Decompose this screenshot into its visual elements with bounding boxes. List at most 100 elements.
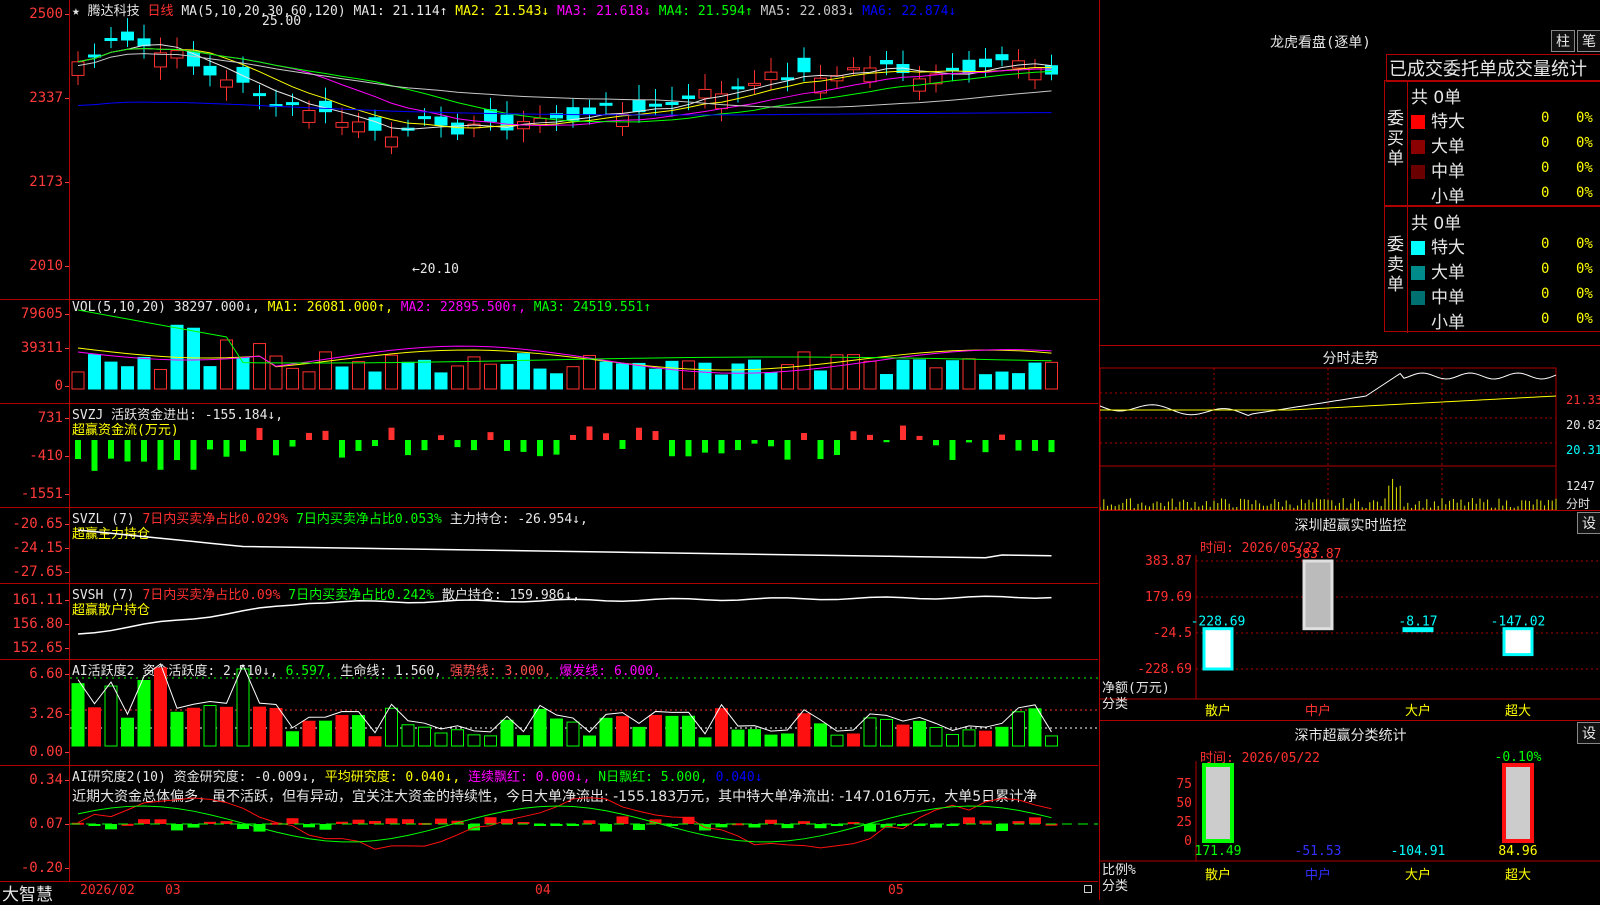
tick-mode-button[interactable]: 笔 xyxy=(1577,30,1600,52)
high-price-label: 25.00 xyxy=(262,14,302,29)
research-bar xyxy=(996,824,1008,832)
activity-bar xyxy=(896,724,910,747)
activity-bar xyxy=(451,729,464,747)
ai1-tick: 6.60 xyxy=(29,666,69,682)
volume-bar xyxy=(187,327,200,390)
volume-panel[interactable]: 79605 39311 0 VOL(5,10,20) 38297.000↓, M… xyxy=(0,300,1098,404)
candle xyxy=(71,61,85,76)
classify-panel[interactable]: 深市超赢分类统计 设 时间: 2026/05/22 75 50 25 0 171.49 散… xyxy=(1099,720,1600,900)
activity-bar xyxy=(1012,711,1025,747)
sell-total: 共 0单 xyxy=(1411,214,1462,234)
svzj-tick: -410 xyxy=(29,448,69,464)
flow-bar xyxy=(735,440,741,451)
svsh-axis: 161.11 156.80 152.65 xyxy=(0,584,70,659)
intraday-panel[interactable]: 分时走势 21.33 20.82 20.31 1247 分时 xyxy=(1099,345,1600,511)
buy-total: 共 0单 xyxy=(1411,88,1462,108)
flow-bar xyxy=(520,440,527,452)
activity-bar xyxy=(797,713,811,747)
ai1-axis: 6.60 3.26 0.00 xyxy=(0,660,70,765)
row-label: 特大 xyxy=(1431,238,1465,258)
activity-bar xyxy=(236,668,250,747)
research-bar xyxy=(484,817,497,824)
brand-label[interactable]: 大智慧 xyxy=(2,880,53,905)
ai2-tick: 0.07 xyxy=(29,816,69,832)
large-sell-swatch xyxy=(1411,266,1425,280)
row-label: 中单 xyxy=(1431,162,1465,182)
activity-bar xyxy=(187,707,200,747)
classify-tick: 75 xyxy=(1176,777,1192,792)
classify-tick: 0 xyxy=(1184,834,1192,849)
monitor-tick: -24.5 xyxy=(1153,626,1192,641)
flow-bar xyxy=(471,440,477,451)
flow-bar xyxy=(685,440,692,457)
volume-bar xyxy=(104,361,118,390)
lock-icon[interactable] xyxy=(1084,885,1092,893)
activity-bar xyxy=(946,733,959,747)
flow-bar xyxy=(108,440,114,459)
candle xyxy=(797,57,811,73)
volume-bar xyxy=(335,366,349,390)
flow-bar xyxy=(916,435,923,440)
flow-bar xyxy=(784,440,791,460)
flow-bar xyxy=(339,440,345,458)
flow-bar xyxy=(636,427,642,440)
volume-bar xyxy=(698,362,712,390)
candle xyxy=(995,54,1009,61)
intra-tick: 20.31 xyxy=(1566,443,1600,457)
sell-row-mid: 中单 0 0% xyxy=(1411,283,1593,308)
ai1-tick: 3.26 xyxy=(29,706,69,722)
classify-value: -104.91 xyxy=(1391,844,1446,859)
price-tick: 2500 xyxy=(29,6,69,22)
volume-chart xyxy=(71,309,1058,390)
activity-bar xyxy=(1045,735,1058,747)
buy-box: 委买单 共 0单 特大 0 0% 大单 0 0% 中单 0 0% 小单 0 0% xyxy=(1384,80,1600,207)
row-label: 大单 xyxy=(1431,137,1465,157)
activity-bar xyxy=(253,706,266,747)
research-bar xyxy=(171,824,183,831)
volume-bar xyxy=(599,361,613,390)
volume-bar xyxy=(781,364,794,390)
svzl-panel[interactable]: -20.65 -24.15 -27.65 SVZL (7) 7日内买卖净占比0.… xyxy=(0,508,1098,584)
vol-tick: 39311 xyxy=(20,340,70,356)
date-label: 05 xyxy=(888,883,904,898)
research-bar xyxy=(105,824,117,830)
row-value: 0 xyxy=(1541,286,1550,302)
activity-bar xyxy=(500,719,514,747)
research-bar xyxy=(963,817,975,824)
activity-bar xyxy=(847,733,860,747)
flow-bar xyxy=(157,440,164,470)
activity-bar xyxy=(929,726,943,747)
svzj-panel[interactable]: 731 -410 -1551 SVZJ 活跃资金进出: -155.184↓, 超… xyxy=(0,404,1098,508)
volume-bar xyxy=(71,371,85,390)
monitor-panel[interactable]: 深圳超赢实时监控 设 时间: 2026/05/22 383.87 179.69 -2… xyxy=(1099,510,1600,720)
flow-bar xyxy=(388,427,395,440)
flow-bar xyxy=(223,440,230,457)
volume-bar xyxy=(401,361,415,390)
kline-panel[interactable]: 2500 2337 2173 2010 ★ 腾达科技 日线 MA(5,10,20… xyxy=(0,0,1098,300)
svsh-tick: 156.80 xyxy=(12,616,69,632)
monitor-bar-label: -8.17 xyxy=(1398,615,1437,630)
buy-side-label: 委买单 xyxy=(1387,109,1404,169)
xl-buy-swatch xyxy=(1411,115,1425,129)
classify-value: 171.49 xyxy=(1195,844,1242,859)
svzl-chart xyxy=(77,529,1052,559)
ai-research-panel[interactable]: 0.34 0.07 -0.20 AI研究度2(10) 资金研究度: -0.009… xyxy=(0,766,1098,882)
activity-bar xyxy=(418,726,431,747)
ai2-chart xyxy=(70,797,1098,850)
classify-category: 大户 xyxy=(1405,867,1431,883)
volume-bar xyxy=(220,339,233,390)
volume-bar xyxy=(1045,361,1058,390)
flow-bar xyxy=(289,440,296,447)
flow-bar xyxy=(240,440,246,452)
flow-bar xyxy=(669,440,675,457)
svsh-panel[interactable]: 161.11 156.80 152.65 SVSH (7) 7日内买卖净占比0.… xyxy=(0,584,1098,660)
volume-bar xyxy=(517,353,530,390)
candle xyxy=(880,60,893,65)
row-pct: 0% xyxy=(1576,286,1593,302)
row-value: 0 xyxy=(1541,236,1550,252)
ai-activity-panel[interactable]: 6.60 3.26 0.00 AI活跃度2 资金活跃度: 2.510↓, 6.5… xyxy=(0,660,1098,766)
flow-bar xyxy=(603,433,609,440)
flow-bar xyxy=(933,440,939,446)
bar-mode-button[interactable]: 柱 xyxy=(1551,30,1575,52)
activity-bar xyxy=(335,714,349,747)
